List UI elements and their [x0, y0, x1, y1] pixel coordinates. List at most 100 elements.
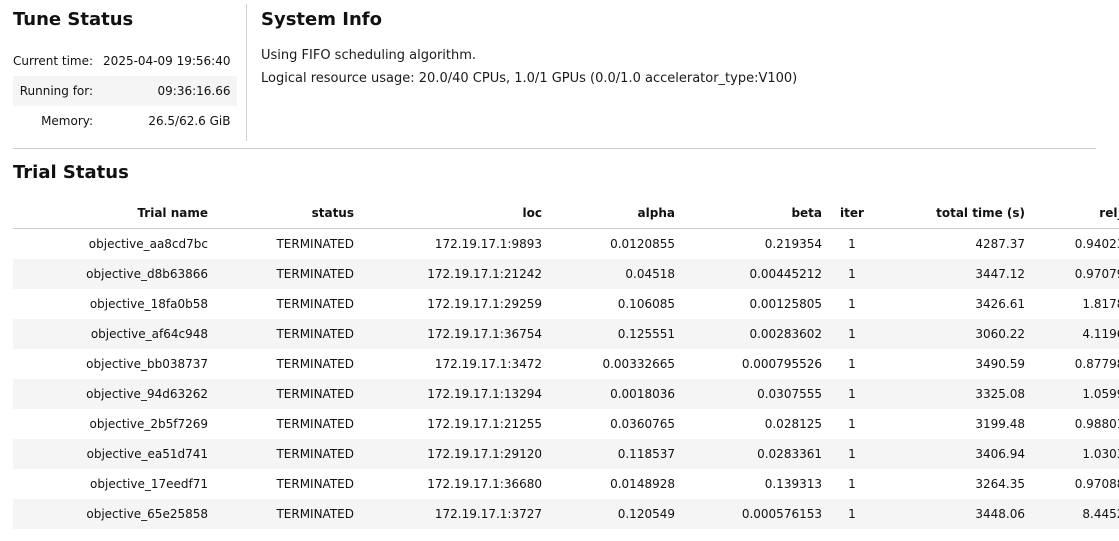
- column-header-loc: loc: [360, 198, 548, 229]
- column-header-trial-name: Trial name: [13, 198, 214, 229]
- column-header-alpha: alpha: [548, 198, 681, 229]
- total-time-cell: 3490.59: [975, 357, 1025, 371]
- memory-row: Memory: 26.5/62.6 GiB: [13, 106, 237, 136]
- total-time-cell: 3448.06: [876, 499, 1031, 529]
- running-for-value: 09:36:16.66: [103, 76, 237, 106]
- rel-h-cell: 0.970882: [1074, 477, 1119, 491]
- iter-cell: 1: [828, 319, 876, 349]
- status-cell: TERMINATED: [214, 319, 360, 349]
- beta-cell: 0.0283361: [681, 439, 828, 469]
- trial-name-cell: objective_94d63262: [13, 379, 214, 409]
- status-cell: TERMINATED: [276, 297, 354, 311]
- tune-status-table: Current time: 2025-04-09 19:56:40 Runnin…: [13, 46, 237, 136]
- iter-cell: 1: [848, 297, 856, 311]
- beta-cell: 0.000795526: [741, 357, 822, 371]
- beta-cell: 0.00445212: [681, 259, 828, 289]
- beta-cell: 0.139313: [764, 477, 822, 491]
- trial-status-title: Trial Status: [13, 162, 129, 183]
- table-row: objective_94d63262 TERMINATED 172.19.17.1:…: [13, 379, 1119, 409]
- status-header-section: Tune Status Current time: 2025-04-09 19:…: [0, 0, 1119, 148]
- column-header-status: status: [214, 198, 360, 229]
- iter-cell: 1: [848, 357, 856, 371]
- status-cell: TERMINATED: [214, 439, 360, 469]
- table-row: objective_d8b63866 TERMINATED 172.19.17.1:…: [13, 259, 1119, 289]
- table-row: objective_65e25858 TERMINATED 172.19.17.1:…: [13, 499, 1119, 529]
- total-time-cell: 3264.35: [975, 477, 1025, 491]
- horizontal-divider: [13, 148, 1096, 149]
- loc-cell: 172.19.17.1:13294: [360, 379, 548, 409]
- current-time-value: 2025-04-09 19:56:40: [103, 54, 231, 68]
- status-cell: TERMINATED: [214, 499, 360, 529]
- table-row: objective_18fa0b58 TERMINATED 172.19.17.1:…: [13, 289, 1119, 319]
- alpha-cell: 0.118537: [548, 439, 681, 469]
- total-time-cell: 3406.94: [876, 439, 1031, 469]
- total-time-cell: 3426.61: [975, 297, 1025, 311]
- trial-status-table: Trial name status loc alpha beta iter to…: [13, 198, 1119, 529]
- loc-cell: 172.19.17.1:3472: [434, 357, 542, 371]
- iter-cell: 1: [848, 477, 856, 491]
- table-row: objective_17eedf71 TERMINATED 172.19.17.1:…: [13, 469, 1119, 499]
- scheduling-algorithm-text: Using FIFO scheduling algorithm.: [261, 48, 477, 63]
- beta-cell: 0.219354: [764, 237, 822, 251]
- rel-h-cell: 4.11968: [1031, 319, 1119, 349]
- current-time-label: Current time:: [13, 54, 94, 68]
- memory-label: Memory:: [41, 114, 94, 128]
- total-time-cell: 3060.22: [876, 319, 1031, 349]
- loc-cell: 172.19.17.1:36754: [360, 319, 548, 349]
- loc-cell: 172.19.17.1:21242: [360, 259, 548, 289]
- iter-cell: 1: [828, 259, 876, 289]
- trial-rows: objective_aa8cd7bc TERMINATED 172.19.17.1:…: [13, 229, 1119, 529]
- trial-name-cell: objective_bb038737: [86, 357, 208, 371]
- loc-cell: 172.19.17.1:29120: [360, 439, 548, 469]
- total-time-cell: 3447.12: [876, 259, 1031, 289]
- resource-usage-text: Logical resource usage: 20.0/40 CPUs, 1.…: [261, 71, 798, 86]
- rel-h-cell: 0.877986: [1074, 357, 1119, 371]
- beta-cell: 0.00283602: [681, 319, 828, 349]
- alpha-cell: 0.04518: [548, 259, 681, 289]
- rel-h-cell: 0.988015: [1074, 417, 1119, 431]
- status-cell: TERMINATED: [214, 379, 360, 409]
- beta-cell: 0.00125805: [749, 297, 822, 311]
- table-row: objective_ea51d741 TERMINATED 172.19.17.1:…: [13, 439, 1119, 469]
- alpha-cell: 0.106085: [617, 297, 675, 311]
- beta-cell: 0.000576153: [681, 499, 828, 529]
- status-cell: TERMINATED: [276, 417, 354, 431]
- loc-cell: 172.19.17.1:3727: [360, 499, 548, 529]
- alpha-cell: 0.0018036: [548, 379, 681, 409]
- loc-cell: 172.19.17.1:36680: [427, 477, 542, 491]
- rel-h-cell: 1.81789: [1082, 297, 1119, 311]
- memory-value: 26.5/62.6 GiB: [148, 114, 231, 128]
- iter-cell: 1: [828, 499, 876, 529]
- table-header-row: Trial name status loc alpha beta iter to…: [13, 198, 1119, 229]
- beta-cell: 0.0307555: [681, 379, 828, 409]
- loc-cell: 172.19.17.1:29259: [427, 297, 542, 311]
- total-time-cell: 4287.37: [975, 237, 1025, 251]
- alpha-cell: 0.120549: [548, 499, 681, 529]
- iter-cell: 1: [848, 237, 856, 251]
- trial-name-cell: objective_2b5f7269: [89, 417, 208, 431]
- status-cell: TERMINATED: [214, 259, 360, 289]
- table-row: objective_bb038737 TERMINATED 172.19.17.1:…: [13, 349, 1119, 379]
- running-for-row: Running for: 09:36:16.66: [13, 76, 237, 106]
- status-cell: TERMINATED: [276, 357, 354, 371]
- trial-name-cell: objective_ea51d741: [13, 439, 214, 469]
- loc-cell: 172.19.17.1:9893: [434, 237, 542, 251]
- trial-name-cell: objective_17eedf71: [90, 477, 208, 491]
- table-row: objective_aa8cd7bc TERMINATED 172.19.17.1:…: [13, 229, 1119, 260]
- beta-cell: 0.028125: [764, 417, 822, 431]
- rel-h-cell: 8.44527: [1031, 499, 1119, 529]
- table-row: objective_2b5f7269 TERMINATED 172.19.17.1:…: [13, 409, 1119, 439]
- table-row: objective_af64c948 TERMINATED 172.19.17.1:…: [13, 319, 1119, 349]
- column-header-iter: iter: [828, 198, 876, 229]
- rel-h-cell: 0.970794: [1031, 259, 1119, 289]
- alpha-cell: 0.0148928: [610, 477, 675, 491]
- iter-cell: 1: [848, 417, 856, 431]
- vertical-divider: [246, 4, 247, 141]
- column-header-total-time: total time (s): [876, 198, 1031, 229]
- status-cell: TERMINATED: [276, 237, 354, 251]
- system-info-title: System Info: [261, 9, 382, 30]
- alpha-cell: 0.0120855: [610, 237, 675, 251]
- trial-name-cell: objective_af64c948: [13, 319, 214, 349]
- alpha-cell: 0.0360765: [610, 417, 675, 431]
- status-cell: TERMINATED: [276, 477, 354, 491]
